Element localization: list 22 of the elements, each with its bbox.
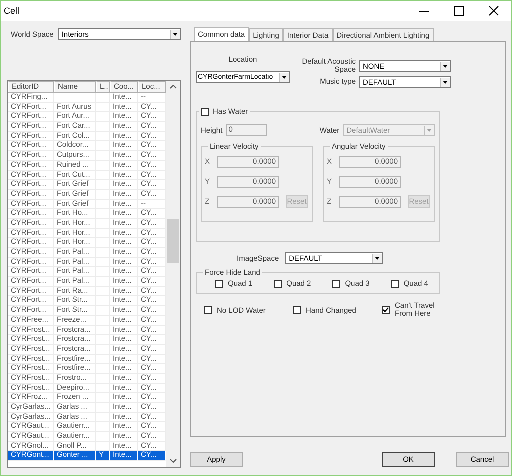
checkbox[interactable]	[201, 108, 209, 116]
checkmark-icon	[383, 307, 389, 313]
caret-icon	[427, 128, 432, 132]
checkbox[interactable]	[274, 280, 282, 288]
scrollbar-thumb[interactable]	[167, 219, 179, 263]
checkbox[interactable]	[382, 306, 390, 314]
checkbox[interactable]	[204, 306, 212, 314]
chevron-down-icon	[170, 459, 176, 463]
caret-icon	[443, 80, 448, 84]
caret-icon	[375, 256, 380, 260]
checkbox[interactable]	[332, 280, 340, 288]
window-title: Cell	[4, 6, 20, 16]
scrollbar[interactable]	[166, 81, 180, 467]
checkbox[interactable]	[215, 280, 223, 288]
checkbox[interactable]	[390, 280, 399, 288]
close-icon	[489, 6, 499, 16]
chevron-up-icon	[170, 85, 176, 89]
caret-icon	[443, 64, 448, 68]
caret-icon	[172, 32, 178, 36]
maximize-icon	[454, 6, 464, 16]
caret-icon	[282, 76, 287, 78]
checkbox[interactable]	[293, 306, 301, 314]
